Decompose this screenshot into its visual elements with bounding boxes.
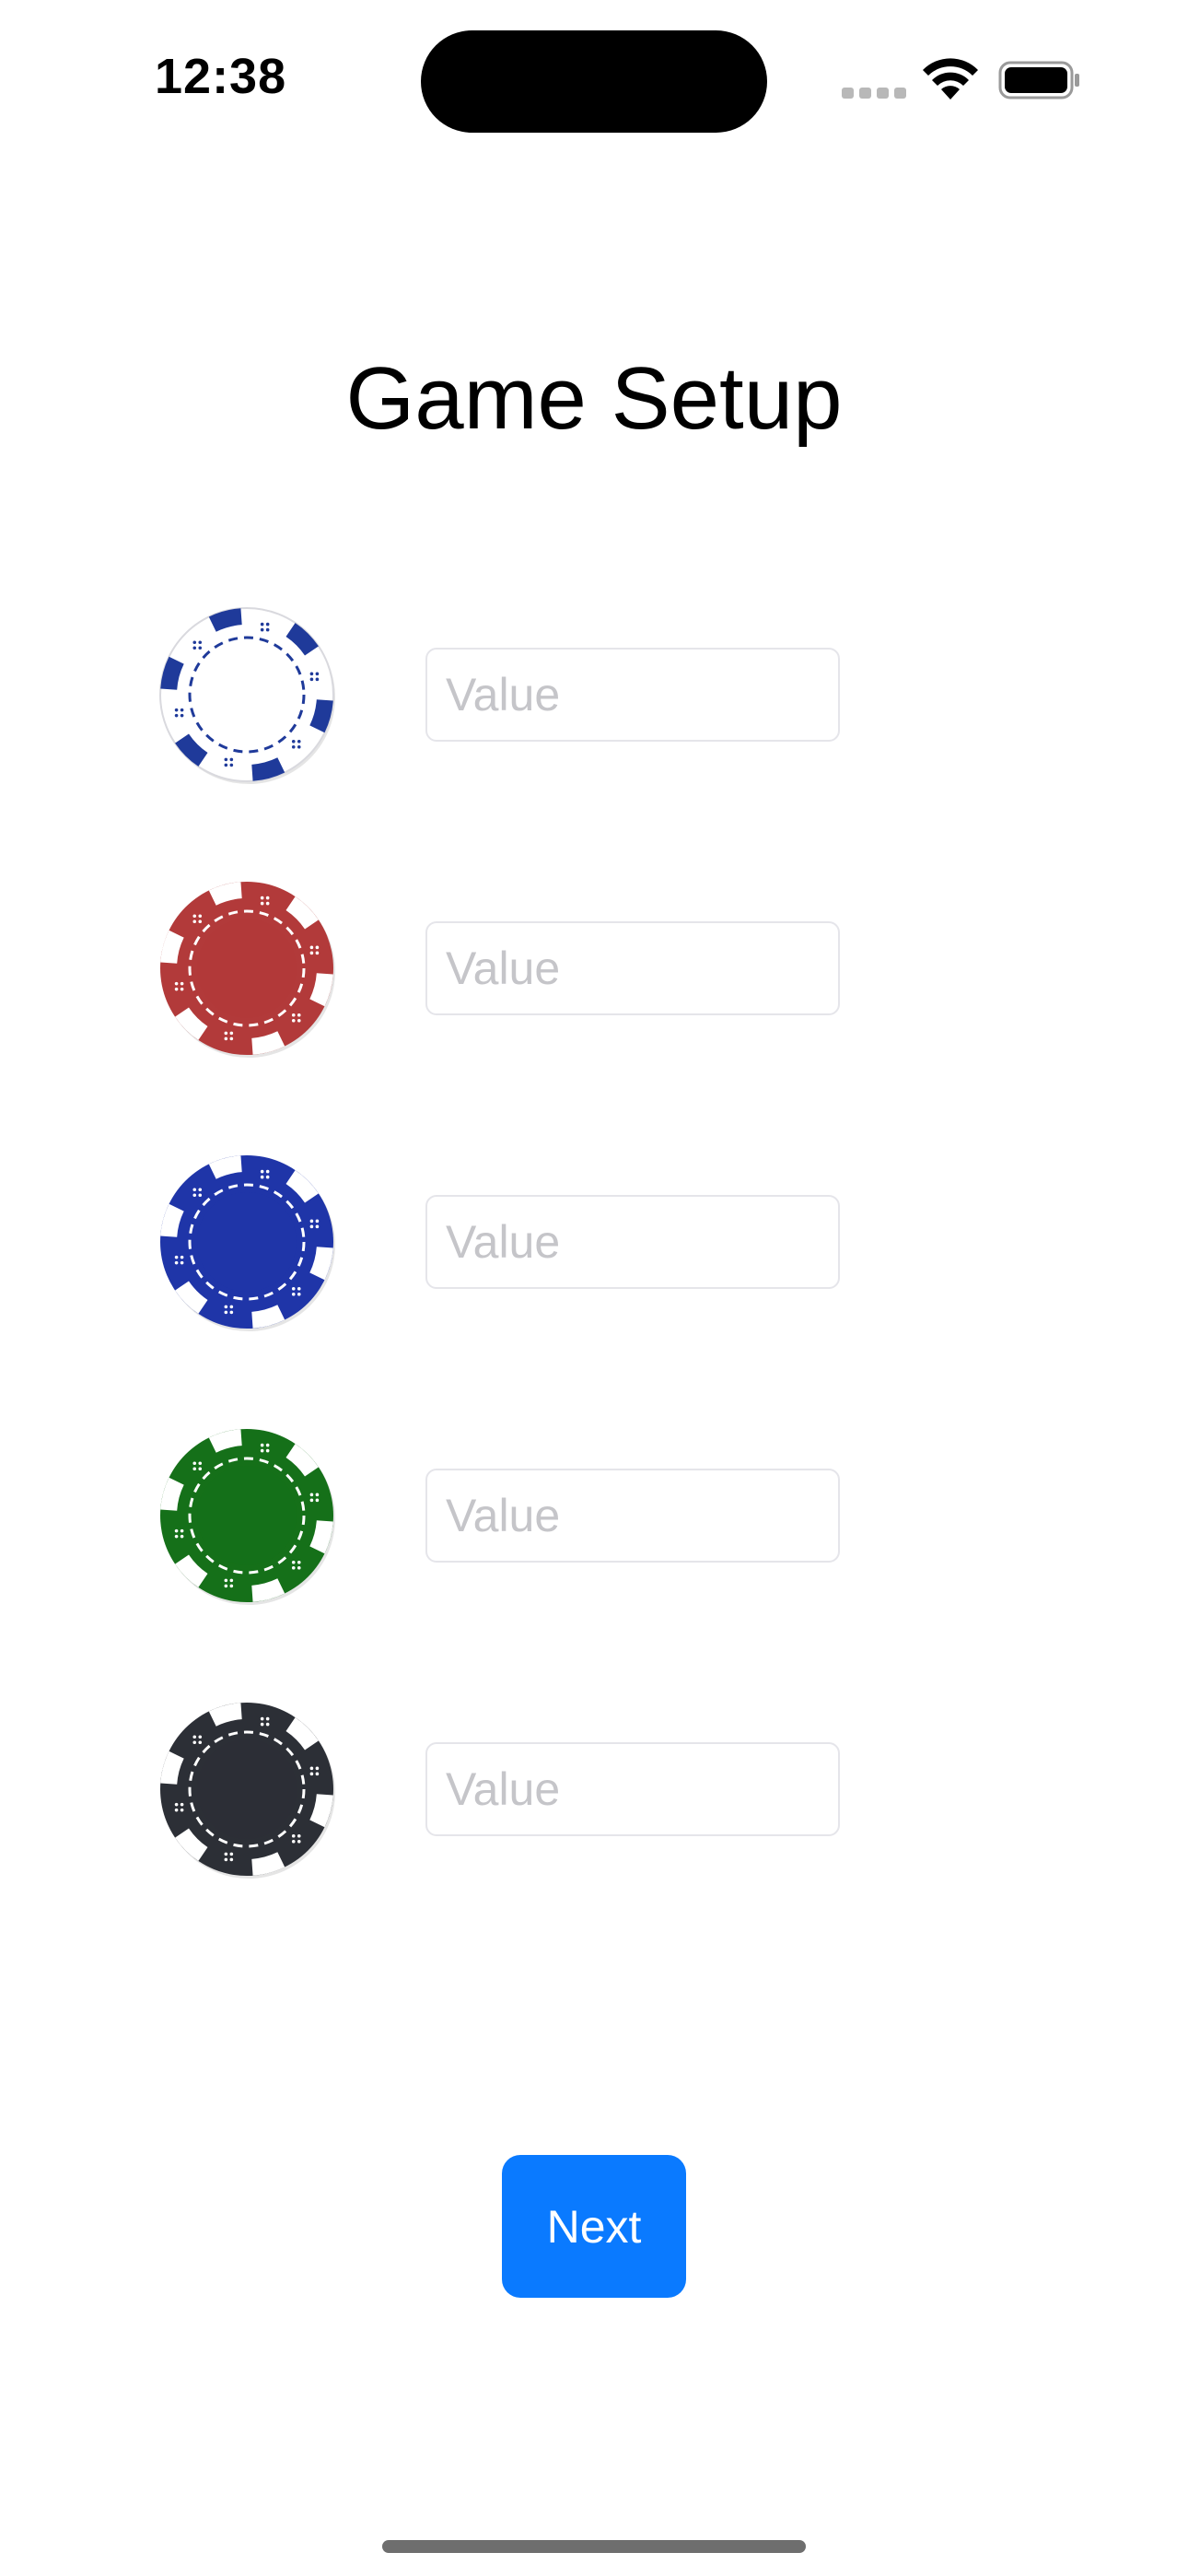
poker-chip-blue-icon <box>160 1155 335 1331</box>
dynamic-island <box>421 30 767 133</box>
chip-row-red <box>0 876 1188 1060</box>
battery-icon <box>998 61 1079 100</box>
wifi-icon <box>923 58 978 100</box>
status-time: 12:38 <box>155 49 287 104</box>
chip-row-blue <box>0 1150 1188 1334</box>
page-title: Game Setup <box>345 349 843 448</box>
green-chip-value-input[interactable] <box>425 1469 840 1563</box>
chip-row-green <box>0 1423 1188 1608</box>
poker-chip-black-icon <box>160 1703 335 1879</box>
red-chip-value-input[interactable] <box>425 921 840 1015</box>
chip-row-black <box>0 1697 1188 1881</box>
blue-chip-value-input[interactable] <box>425 1195 840 1289</box>
poker-chip-green-icon <box>160 1429 335 1605</box>
next-button[interactable]: Next <box>502 2155 686 2298</box>
white-chip-value-input[interactable] <box>425 648 840 742</box>
black-chip-value-input[interactable] <box>425 1742 840 1836</box>
home-indicator <box>382 2540 806 2553</box>
cellular-signal-icon <box>842 88 906 99</box>
poker-chip-white-icon <box>159 607 335 784</box>
chip-row-white <box>0 603 1188 787</box>
poker-chip-red-icon <box>160 882 335 1058</box>
